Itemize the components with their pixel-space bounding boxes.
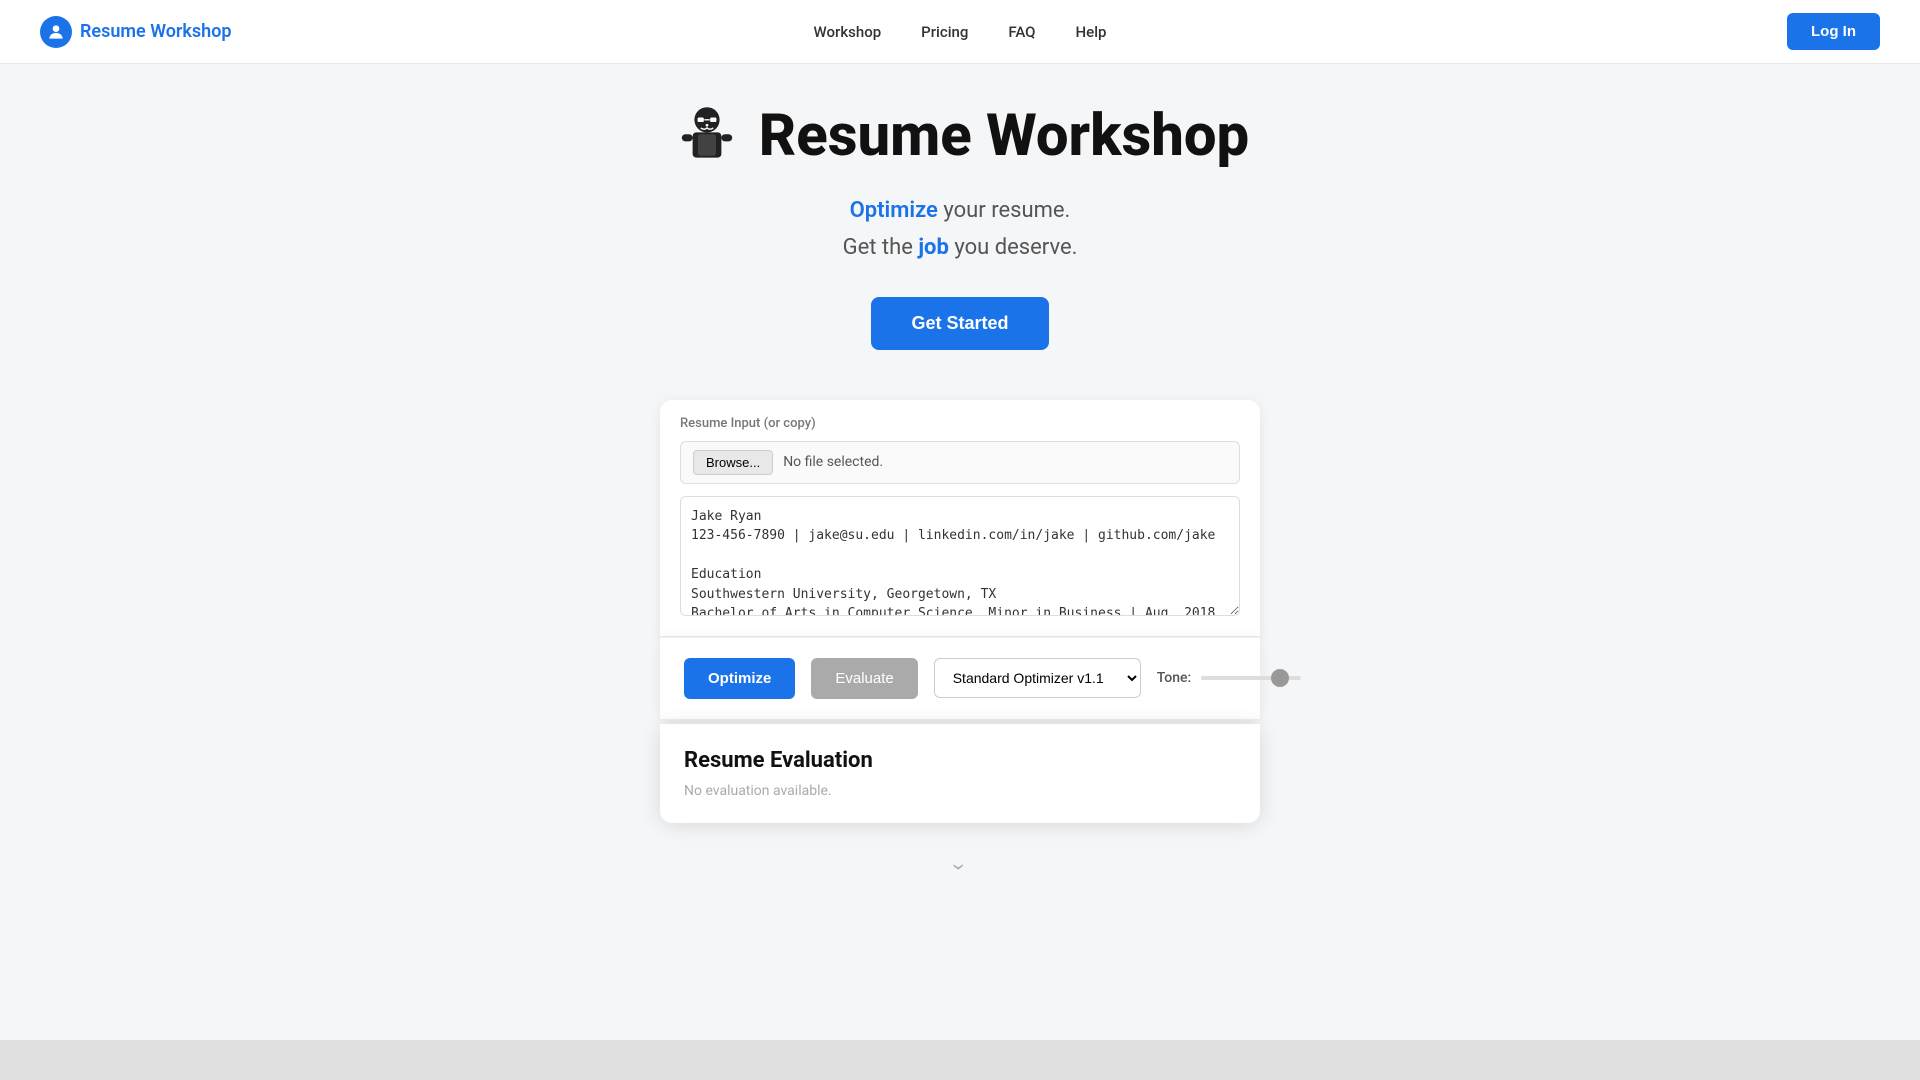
subtitle-line2-suffix: you deserve. — [949, 235, 1078, 260]
hero-title: Resume Workshop — [759, 102, 1249, 170]
tone-container: Tone: — [1157, 670, 1302, 686]
hero-subtitle: Optimize your resume. Get the job you de… — [843, 192, 1078, 267]
nav-pricing[interactable]: Pricing — [921, 23, 968, 41]
optimizer-select[interactable]: Standard Optimizer v1.1 Advanced Optimiz… — [934, 658, 1141, 698]
logo-icon — [40, 16, 72, 48]
tone-slider[interactable] — [1201, 676, 1301, 680]
browse-button[interactable]: Browse... — [693, 450, 773, 475]
subtitle-line2-prefix: Get the — [843, 235, 919, 260]
resume-input-label: Resume Input (or copy) — [680, 416, 1240, 431]
nav-workshop[interactable]: Workshop — [814, 23, 882, 41]
evaluation-title: Resume Evaluation — [684, 748, 1236, 773]
footer-bar — [0, 1040, 1920, 1080]
logo-link[interactable]: Resume Workshop — [40, 16, 232, 48]
nav-faq[interactable]: FAQ — [1008, 23, 1035, 41]
scroll-indicator: › — [0, 853, 1920, 881]
hero-title-row: Resume Workshop — [671, 100, 1249, 172]
file-upload-row: Browse... No file selected. — [680, 441, 1240, 484]
controls-row: Optimize Evaluate Standard Optimizer v1.… — [684, 658, 1236, 699]
logo-text: Resume Workshop — [80, 21, 232, 42]
subtitle-job: job — [918, 235, 949, 260]
chevron-down-icon: › — [946, 863, 974, 870]
navbar: Resume Workshop Workshop Pricing FAQ Hel… — [0, 0, 1920, 64]
evaluation-card: Resume Evaluation No evaluation availabl… — [660, 724, 1260, 823]
evaluate-button[interactable]: Evaluate — [811, 658, 917, 699]
login-button[interactable]: Log In — [1787, 13, 1880, 50]
subtitle-line1-suffix: your resume. — [938, 198, 1070, 223]
file-name-label: No file selected. — [783, 454, 883, 470]
nav-help[interactable]: Help — [1076, 23, 1107, 41]
controls-card: Optimize Evaluate Standard Optimizer v1.… — [660, 637, 1260, 720]
resume-input-card: Resume Input (or copy) Browse... No file… — [660, 400, 1260, 637]
optimize-button[interactable]: Optimize — [684, 658, 795, 699]
evaluation-empty: No evaluation available. — [684, 783, 1236, 799]
tone-label: Tone: — [1157, 670, 1192, 686]
subtitle-optimize: Optimize — [850, 198, 938, 223]
get-started-button[interactable]: Get Started — [871, 297, 1048, 350]
resume-textarea[interactable] — [680, 496, 1240, 616]
hero-mascot-icon — [671, 100, 743, 172]
nav-links: Workshop Pricing FAQ Help — [814, 23, 1107, 41]
cards-section: Resume Input (or copy) Browse... No file… — [0, 400, 1920, 823]
